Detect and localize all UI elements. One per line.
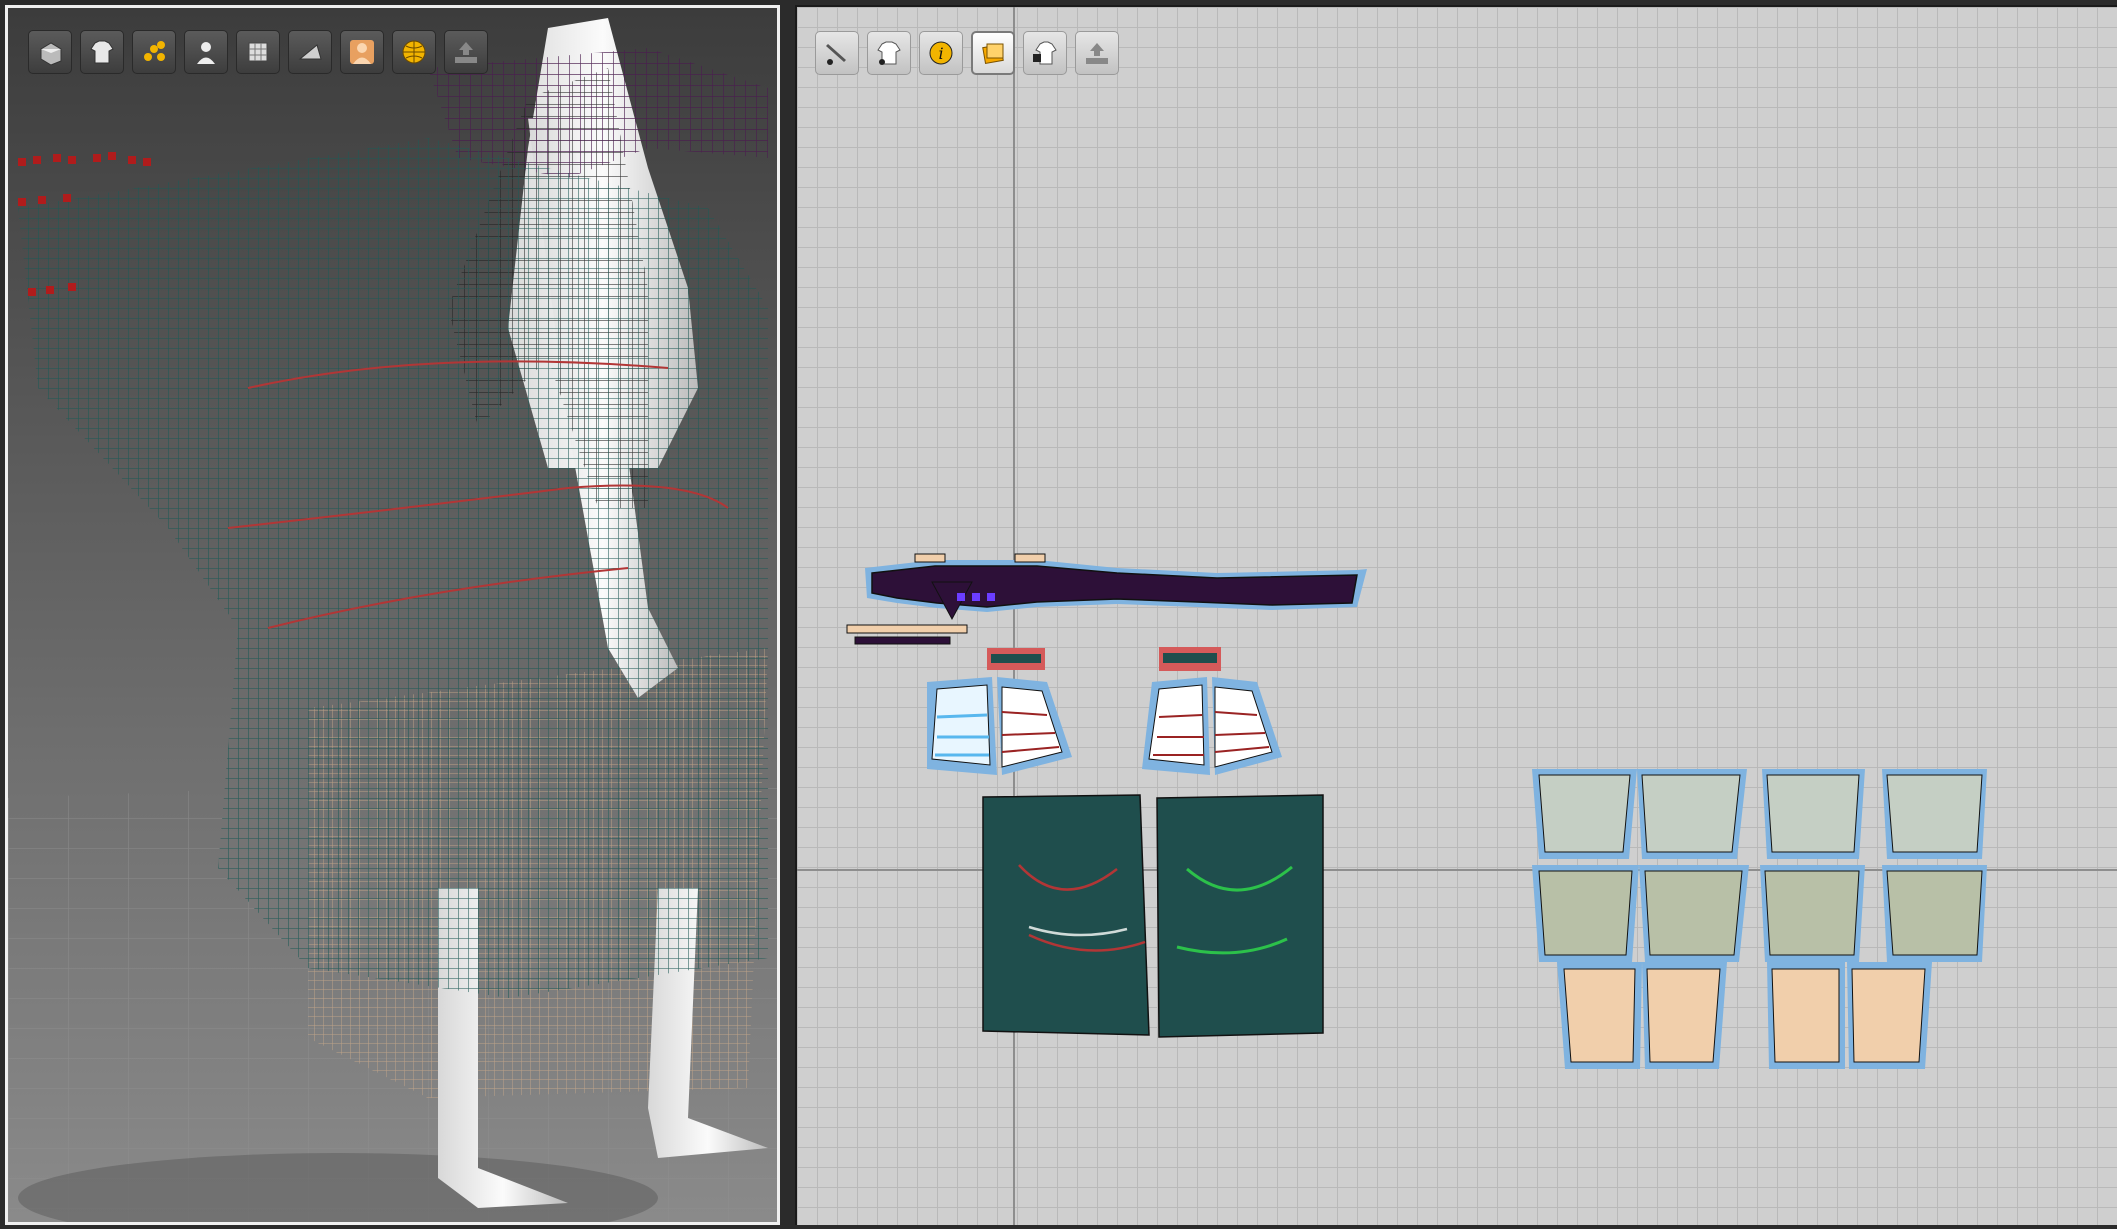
pattern-piece-skirt-back[interactable]	[1156, 794, 1324, 1038]
avatar-skin-button[interactable]	[340, 30, 384, 74]
pattern-piece-grid-top[interactable]	[1532, 769, 1987, 859]
3d-viewport[interactable]	[5, 5, 780, 1225]
garment-display-button[interactable]	[80, 30, 124, 74]
pattern-pieces	[846, 553, 1987, 1069]
pattern-piece-flare-right[interactable]	[1142, 677, 1282, 775]
avatar-display-button[interactable]	[184, 30, 228, 74]
2d-pattern-viewport[interactable]: i	[795, 5, 2117, 1225]
info-button[interactable]: i	[919, 31, 963, 75]
particle-points-icon	[144, 41, 165, 61]
avatar-skin-icon	[350, 40, 374, 64]
pattern-piece-grid-bottom[interactable]	[1557, 962, 1932, 1069]
pattern-pen-button[interactable]	[815, 31, 859, 75]
garment-lock-button[interactable]	[1023, 31, 1067, 75]
hanger-upload-2d-button[interactable]	[1075, 31, 1119, 75]
3d-scene	[8, 18, 777, 1222]
pattern-piece-grid-middle[interactable]	[1532, 865, 1987, 962]
hanger-upload-icon	[455, 42, 477, 63]
flatten-icon	[298, 44, 322, 60]
box-view-icon	[40, 42, 62, 66]
layer-sheet-button[interactable]	[971, 31, 1015, 75]
svg-text:i: i	[938, 44, 943, 63]
pattern-piece-band[interactable]	[987, 647, 1221, 671]
garment-lock-icon	[1033, 41, 1057, 65]
texture-icon	[248, 42, 268, 62]
hanger-upload-button[interactable]	[444, 30, 488, 74]
3d-toolbar	[28, 30, 488, 74]
pattern-piece-skirt-front[interactable]	[982, 794, 1150, 1036]
globe-icon	[402, 40, 426, 64]
garment-view-icon	[877, 41, 901, 65]
pattern-piece-flare-left[interactable]	[927, 677, 1072, 775]
globe-button[interactable]	[392, 30, 436, 74]
hanger-upload-icon	[1086, 43, 1108, 64]
box-view-button[interactable]	[28, 30, 72, 74]
texture-button[interactable]	[236, 30, 280, 74]
flatten-button[interactable]	[288, 30, 332, 74]
avatar-display-icon	[197, 42, 215, 64]
particle-points-button[interactable]	[132, 30, 176, 74]
layer-sheet-icon	[982, 43, 1004, 65]
info-icon: i	[929, 41, 953, 65]
pattern-pen-icon	[826, 44, 846, 65]
garment-view-button[interactable]	[867, 31, 911, 75]
garment-display-icon	[90, 40, 114, 64]
2d-toolbar: i	[815, 31, 1119, 75]
pattern-piece-bodice[interactable]	[865, 560, 1367, 621]
